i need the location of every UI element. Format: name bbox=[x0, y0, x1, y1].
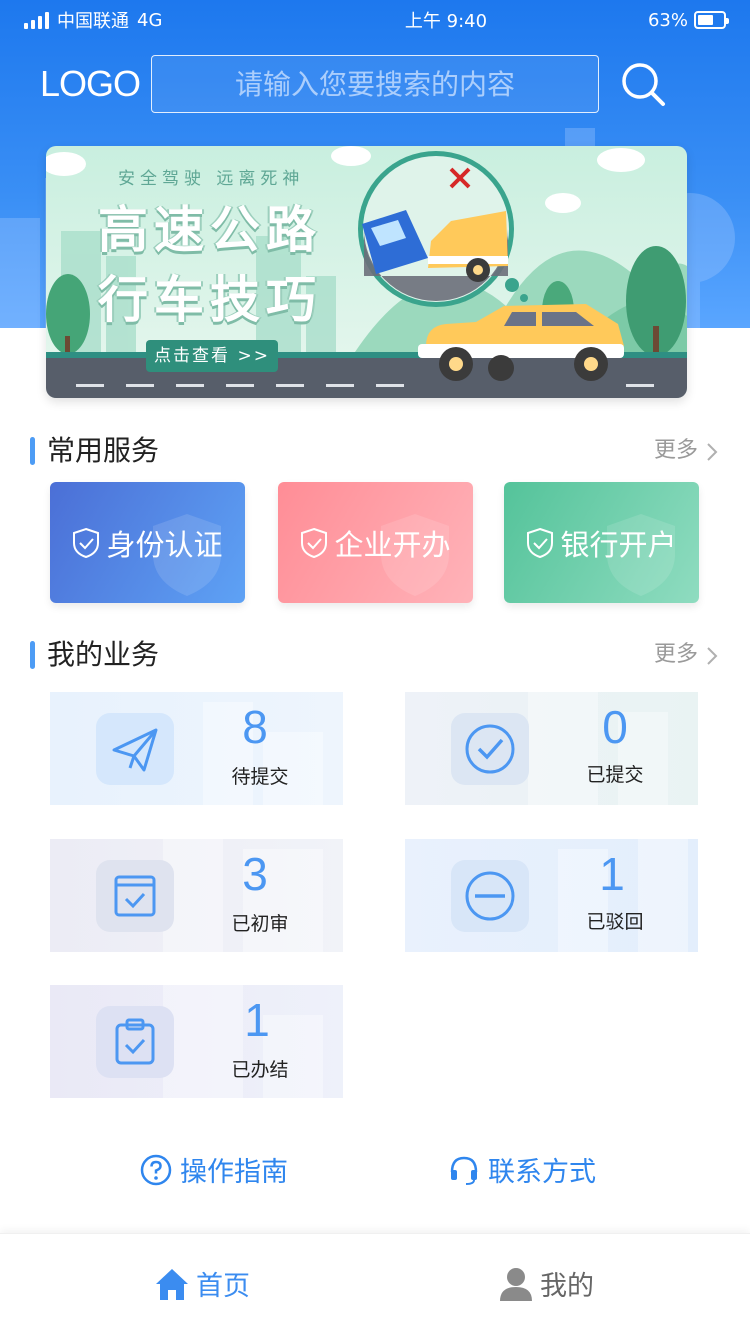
home-icon bbox=[156, 1268, 188, 1300]
banner-title-line2: 行车技巧 bbox=[98, 271, 322, 329]
banner-view-button[interactable]: 点击查看 >> bbox=[146, 340, 278, 372]
battery-percent: 63% bbox=[647, 9, 688, 31]
business-label: 已提交 bbox=[586, 764, 644, 786]
business-count: 3 bbox=[242, 848, 268, 900]
banner-title-line1: 高速公路 bbox=[98, 201, 322, 259]
service-label: 银行开户 bbox=[560, 527, 677, 562]
icon-tile bbox=[96, 713, 174, 785]
tab-mine-label: 我的 bbox=[540, 1271, 594, 1302]
service-card-enterprise[interactable]: 企业开办 bbox=[278, 482, 473, 603]
business-label: 已驳回 bbox=[586, 911, 644, 933]
business-label: 已初审 bbox=[231, 913, 289, 935]
common-services-more-link[interactable]: 更多 bbox=[654, 432, 698, 470]
bottom-tab-bar: 首页 我的 bbox=[0, 1233, 750, 1334]
app-logo: LOGO bbox=[40, 63, 141, 104]
business-label: 待提交 bbox=[231, 766, 289, 788]
service-card-bank-account[interactable]: 银行开户 bbox=[504, 482, 699, 603]
business-label: 已办结 bbox=[231, 1059, 289, 1081]
carrier-label: 中国联通 bbox=[57, 11, 129, 32]
business-count: 0 bbox=[602, 701, 628, 753]
service-label: 企业开办 bbox=[334, 527, 451, 562]
battery-icon bbox=[694, 11, 729, 29]
my-business-more-link[interactable]: 更多 bbox=[654, 636, 698, 674]
promo-banner[interactable]: 安全驾驶 远离死神 高速公路 行车技巧 点击查看 >> bbox=[46, 146, 687, 398]
business-card-completed[interactable]: 1 已办结 bbox=[50, 985, 343, 1098]
banner-subtitle: 安全驾驶 远离死神 bbox=[118, 169, 305, 189]
clipboard-check-icon bbox=[115, 1018, 155, 1065]
tab-home-label: 首页 bbox=[196, 1271, 250, 1302]
service-label: 身份认证 bbox=[106, 527, 223, 562]
search-icon[interactable] bbox=[620, 61, 666, 107]
business-count: 1 bbox=[244, 994, 270, 1046]
service-card-identity[interactable]: 身份认证 bbox=[50, 482, 245, 603]
tab-mine[interactable]: 我的 bbox=[498, 1264, 594, 1303]
paper-plane-icon bbox=[112, 728, 158, 772]
business-card-submitted[interactable]: 0 已提交 bbox=[405, 692, 698, 805]
minus-circle-icon bbox=[465, 871, 515, 921]
search-row: LOGO bbox=[0, 55, 750, 113]
headset-icon bbox=[450, 1156, 478, 1185]
business-card-rejected[interactable]: 1 已驳回 bbox=[405, 839, 698, 952]
user-icon bbox=[500, 1267, 532, 1301]
battery-fill bbox=[698, 15, 714, 25]
signal-icon bbox=[24, 11, 49, 29]
operation-guide-link[interactable]: 操作指南 bbox=[140, 1150, 288, 1189]
icon-tile bbox=[451, 860, 529, 932]
icon-tile bbox=[451, 713, 529, 785]
business-card-preliminary[interactable]: 3 已初审 bbox=[50, 839, 343, 952]
common-services-header: 常用服务 更多 bbox=[0, 432, 750, 472]
status-bar: 中国联通 4G 上午 9:40 63% bbox=[0, 0, 750, 40]
icon-tile bbox=[96, 860, 174, 932]
status-time: 上午 9:40 bbox=[404, 11, 488, 32]
shield-check-icon bbox=[301, 527, 328, 558]
shield-check-icon bbox=[527, 527, 554, 558]
question-circle-icon bbox=[140, 1154, 172, 1185]
business-card-pending[interactable]: 8 待提交 bbox=[50, 692, 343, 805]
tab-home[interactable]: 首页 bbox=[154, 1264, 250, 1303]
chevron-right-icon[interactable] bbox=[704, 646, 720, 666]
common-services-title: 常用服务 bbox=[47, 434, 160, 467]
shield-check-icon bbox=[73, 527, 100, 558]
my-business-header: 我的业务 更多 bbox=[0, 636, 750, 676]
icon-tile bbox=[96, 1006, 174, 1078]
network-label: 4G bbox=[137, 9, 163, 31]
search-input[interactable] bbox=[151, 55, 599, 113]
business-count: 1 bbox=[599, 848, 625, 900]
section-accent-bar bbox=[30, 437, 35, 465]
chevron-right-icon[interactable] bbox=[704, 442, 720, 462]
operation-guide-label: 操作指南 bbox=[180, 1157, 288, 1188]
my-business-title: 我的业务 bbox=[47, 638, 160, 671]
contact-label: 联系方式 bbox=[488, 1157, 596, 1188]
contact-link[interactable]: 联系方式 bbox=[448, 1150, 596, 1189]
checkbox-icon bbox=[114, 875, 156, 917]
business-count: 8 bbox=[242, 701, 268, 753]
section-accent-bar bbox=[30, 641, 35, 669]
check-circle-icon bbox=[465, 724, 515, 774]
